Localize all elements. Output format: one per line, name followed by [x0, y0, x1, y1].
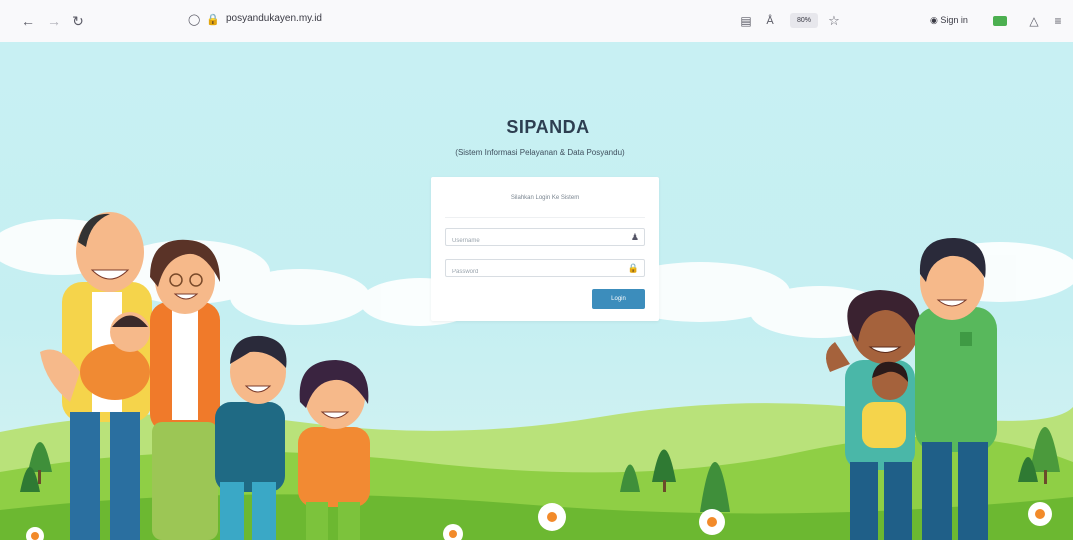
password-input[interactable]: [446, 264, 622, 280]
translate-icon[interactable]: Å: [762, 13, 778, 29]
app-title: SIPANDA: [506, 117, 590, 137]
save-to-pocket-icon[interactable]: △: [1026, 13, 1042, 29]
username-input[interactable]: [446, 233, 622, 249]
login-button[interactable]: Login: [592, 289, 645, 309]
reader-view-icon[interactable]: ▤: [738, 13, 754, 29]
account-icon: ◉: [930, 15, 938, 25]
grandmother-figure: [150, 239, 220, 540]
browser-toolbar: ← → ↻ ◯ 🔒 posyandukayen.my.id ▤ Å 80% ☆ …: [0, 0, 1073, 43]
user-icon: ♟: [630, 232, 639, 242]
sign-in-label: Sign in: [940, 15, 968, 25]
back-icon[interactable]: ←: [20, 13, 36, 29]
bookmark-star-icon[interactable]: ☆: [826, 13, 842, 29]
extensions-menu-icon[interactable]: ≡: [1050, 13, 1066, 29]
login-message: Silahkan Login Ke Sistem: [510, 195, 580, 201]
reload-icon[interactable]: ↻: [70, 13, 86, 29]
lock-icon[interactable]: 🔒: [206, 13, 220, 27]
login-page: SIPANDA (Sistem Informasi Pelayanan & Da…: [0, 42, 1073, 540]
divider: [445, 217, 645, 218]
extension-icon[interactable]: [993, 16, 1007, 26]
password-field[interactable]: 🔒: [445, 259, 645, 280]
url-text[interactable]: posyandukayen.my.id: [226, 13, 322, 24]
zoom-level[interactable]: 80%: [790, 13, 818, 28]
shield-icon[interactable]: ◯: [188, 13, 200, 27]
sign-in-button[interactable]: ◉ Sign in: [930, 12, 968, 28]
lock-icon: 🔒: [627, 263, 639, 273]
username-field[interactable]: ♟: [445, 228, 645, 249]
login-card: Silahkan Login Ke Sistem ♟ 🔒 Login: [431, 177, 659, 321]
forward-icon[interactable]: →: [46, 13, 62, 29]
app-subtitle: (Sistem Informasi Pelayanan & Data Posya…: [455, 148, 625, 157]
